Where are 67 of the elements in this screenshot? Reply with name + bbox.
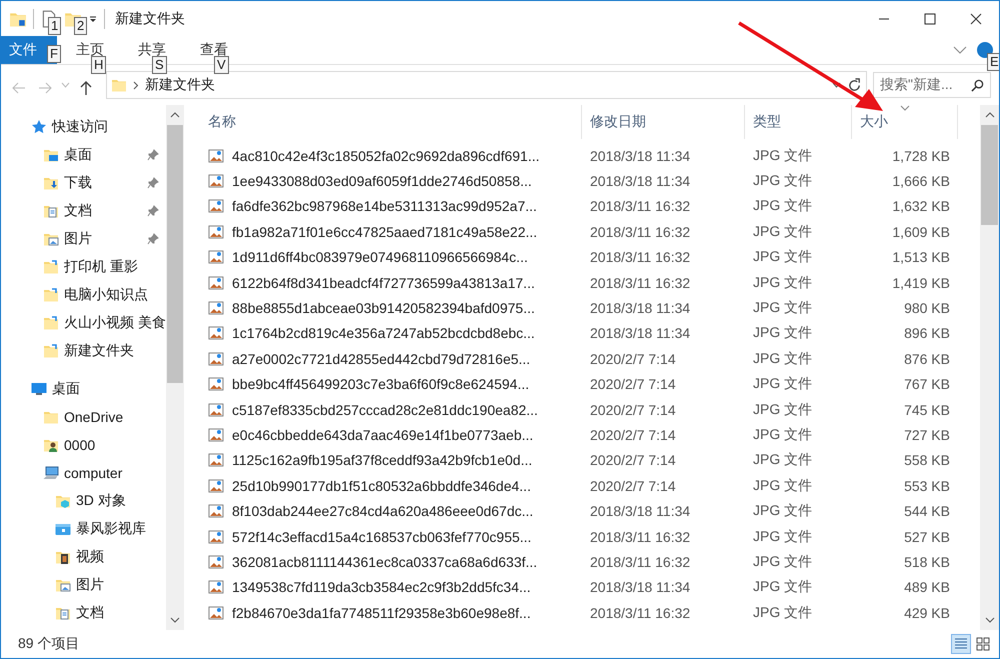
file-type: JPG 文件: [753, 222, 812, 239]
window-title: 新建文件夹: [115, 10, 185, 28]
keytip-tooltip: H: [91, 56, 106, 74]
file-date: 2018/3/11 16:32: [590, 528, 690, 545]
file-date: 2018/3/18 11:34: [590, 503, 690, 520]
file-date: 2018/3/11 16:32: [590, 274, 690, 291]
file-type: JPG 文件: [753, 375, 812, 392]
file-size: 727 KB: [904, 426, 950, 443]
file-date: 2020/2/7 7:14: [590, 350, 676, 367]
file-date: 2020/2/7 7:14: [590, 402, 676, 418]
file-date: 2018/3/18 11:34: [590, 148, 690, 164]
file-type: JPG 文件: [753, 552, 812, 569]
file-type: JPG 文件: [753, 197, 812, 214]
file-size: 767 KB: [904, 376, 950, 392]
keytip-tooltip: 1: [48, 17, 62, 35]
file-date: 2018/3/11 16:32: [590, 604, 690, 621]
file-size: 1,513 KB: [892, 249, 950, 266]
file-type: JPG 文件: [753, 426, 812, 442]
file-size: 544 KB: [904, 503, 950, 520]
file-type: JPG 文件: [753, 146, 812, 163]
file-size: 980 KB: [904, 300, 950, 316]
file-date: 2020/2/7 7:14: [590, 426, 676, 443]
file-date: 2020/2/7 7:14: [590, 478, 676, 494]
file-size: 1,728 KB: [892, 148, 950, 164]
file-size: 1,609 KB: [892, 224, 950, 240]
file-size: 558 KB: [904, 452, 950, 468]
file-size: 896 KB: [904, 325, 950, 342]
file-type: JPG 文件: [753, 476, 812, 493]
file-size: 1,666 KB: [892, 173, 950, 190]
keytip-tooltip: F: [47, 45, 61, 63]
file-type: JPG 文件: [753, 350, 812, 366]
file-size: 1,632 KB: [892, 198, 950, 214]
file-date: 2018/3/11 16:32: [590, 224, 690, 240]
file-size: 553 KB: [904, 478, 950, 494]
file-size: 489 KB: [904, 579, 950, 596]
file-date: 2020/2/7 7:14: [590, 452, 676, 468]
address-path: 新建文件夹: [145, 76, 215, 94]
file-date: 2018/3/18 11:34: [590, 300, 690, 316]
file-date: 2018/3/18 11:34: [590, 579, 690, 596]
file-size: 518 KB: [904, 554, 950, 570]
file-date: 2020/2/7 7:14: [590, 376, 676, 392]
file-date: 2018/3/11 16:32: [590, 554, 690, 570]
keytip-tooltip: 2: [74, 17, 88, 35]
file-type: JPG 文件: [753, 528, 812, 544]
file-size: 745 KB: [904, 402, 950, 418]
file-type: JPG 文件: [753, 172, 812, 188]
file-type: JPG 文件: [753, 604, 812, 620]
file-type: JPG 文件: [753, 274, 812, 290]
keytip-tooltip: E: [987, 53, 999, 71]
file-type: JPG 文件: [753, 502, 812, 518]
file-type: JPG 文件: [753, 578, 812, 594]
keytip-tooltip: V: [214, 56, 229, 74]
file-size: 429 KB: [904, 604, 950, 621]
file-date: 2018/3/11 16:32: [590, 198, 690, 214]
file-date: 2018/3/11 16:32: [590, 249, 690, 266]
file-type: JPG 文件: [753, 248, 812, 264]
file-size: 527 KB: [904, 528, 950, 545]
file-size: 876 KB: [904, 350, 950, 367]
file-type: JPG 文件: [753, 451, 812, 468]
file-size: 1,419 KB: [892, 274, 950, 291]
item-count: 89 个项目: [18, 634, 80, 652]
file-type: JPG 文件: [753, 400, 812, 417]
keytip-tooltip: S: [152, 56, 167, 74]
file-date: 2018/3/18 11:34: [590, 173, 690, 190]
file-date: 2018/3/18 11:34: [590, 325, 690, 342]
file-type: JPG 文件: [753, 299, 812, 316]
file-type: JPG 文件: [753, 324, 812, 340]
